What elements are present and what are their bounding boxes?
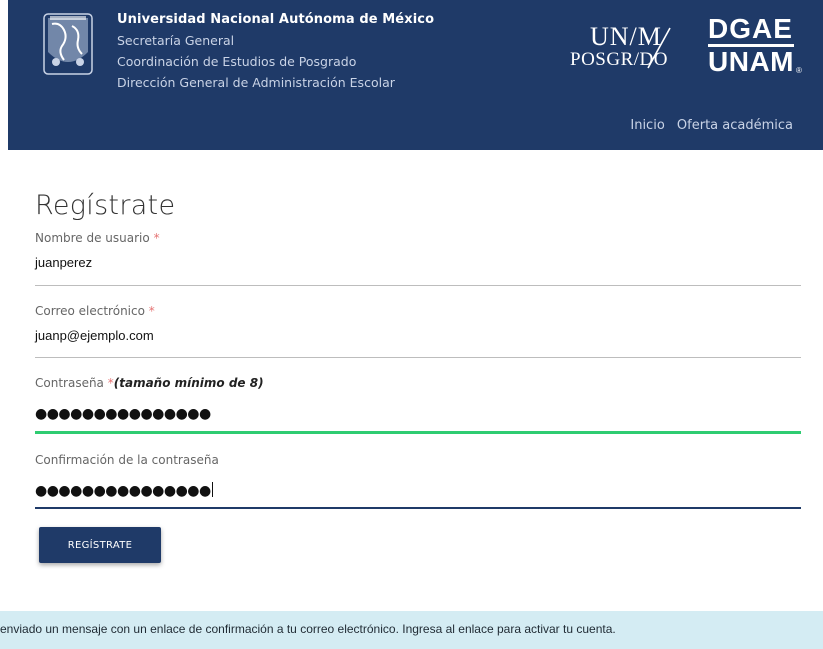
email-label: Correo electrónico * <box>35 304 155 318</box>
registered-mark: ® <box>796 66 802 75</box>
confirm-password-masked-value: ●●●●●●●●●●●●●●● <box>35 483 211 499</box>
text-caret <box>211 482 213 497</box>
posgrado-logo[interactable]: UN/M POSGR/DO <box>570 22 702 72</box>
username-underline <box>35 285 801 286</box>
confirm-password-input[interactable]: ●●●●●●●●●●●●●●● <box>35 482 801 499</box>
password-label: Contraseña *(tamaño mínimo de 8) <box>35 376 264 390</box>
institution-line-coordinacion: Coordinación de Estudios de Posgrado <box>117 54 357 69</box>
page-title: Regístrate <box>35 190 176 221</box>
dgae-logo-bottom: UNAM <box>708 46 794 77</box>
confirmation-alert: enviado un mensaje con un enlace de conf… <box>0 611 823 649</box>
password-valid-underline <box>35 431 801 434</box>
confirm-password-focus-underline <box>35 507 801 509</box>
email-input[interactable]: juanp@ejemplo.com <box>35 328 801 343</box>
register-button[interactable]: REGÍSTRATE <box>39 527 161 563</box>
dgae-logo-top: DGAE <box>708 13 793 44</box>
username-input[interactable]: juanperez <box>35 255 801 270</box>
institution-name: Universidad Nacional Autónoma de México <box>117 12 435 27</box>
main-nav: Inicio Oferta académica <box>622 118 793 133</box>
email-underline <box>35 357 801 358</box>
alert-message: enviado un mensaje con un enlace de conf… <box>0 622 616 636</box>
required-marker: * <box>153 231 160 245</box>
unam-seal-icon <box>43 13 93 75</box>
institution-line-secretaria: Secretaría General <box>117 33 235 48</box>
password-hint: (tamaño mínimo de 8) <box>113 376 264 390</box>
nav-inicio[interactable]: Inicio <box>630 118 664 133</box>
posgrado-slash-icon <box>647 27 671 69</box>
confirm-password-label: Confirmación de la contraseña <box>35 453 219 467</box>
site-header: Universidad Nacional Autónoma de México … <box>8 0 823 150</box>
dgae-logo[interactable]: DGAE UNAM ® <box>708 14 808 80</box>
password-masked-value: ●●●●●●●●●●●●●●● <box>35 406 211 422</box>
password-input[interactable]: ●●●●●●●●●●●●●●● <box>35 406 801 422</box>
nav-oferta-academica[interactable]: Oferta académica <box>677 118 793 133</box>
username-label: Nombre de usuario * <box>35 231 160 245</box>
institution-line-direccion: Dirección General de Administración Esco… <box>117 75 395 90</box>
required-marker: * <box>148 304 155 318</box>
